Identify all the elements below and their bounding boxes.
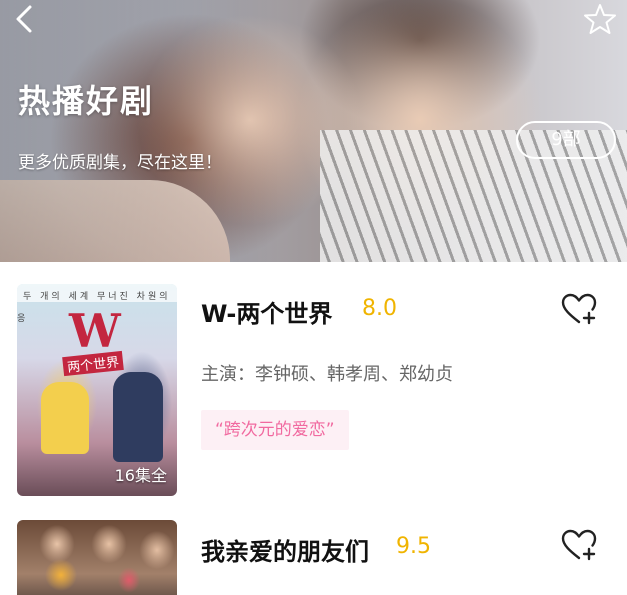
drama-score: 9.5 (396, 534, 431, 559)
star-outline-icon[interactable] (583, 2, 617, 36)
header-banner: 热播好剧 更多优质剧集，尽在这里！ 9部 (0, 0, 627, 262)
poster-logo: W (69, 304, 121, 358)
drama-poster[interactable] (17, 520, 177, 595)
heart-plus-icon[interactable] (560, 528, 598, 562)
drama-poster[interactable]: 두 개의 세계 무너진 차원의 응 W 两个世界 16集全 (17, 284, 177, 496)
page-title: 热播好剧 (18, 82, 155, 120)
chevron-left-icon[interactable] (10, 4, 40, 34)
poster-figure (41, 382, 89, 454)
drama-tag: “跨次元的爱恋” (201, 410, 349, 450)
drama-title[interactable]: W-两个世界 (201, 294, 332, 329)
drama-title[interactable]: 我亲爱的朋友们 (201, 532, 369, 567)
drama-count-badge[interactable]: 9部 (516, 121, 616, 159)
heart-plus-icon[interactable] (560, 292, 598, 326)
poster-figure (113, 372, 163, 462)
episode-count: 16集全 (114, 466, 167, 485)
drama-score: 8.0 (362, 296, 397, 321)
drama-cast: 主演：李钟硕、韩孝周、郑幼贞 (201, 364, 453, 385)
page-subtitle: 更多优质剧集，尽在这里！ (18, 153, 222, 173)
poster-tagline: 두 개의 세계 무너진 차원의 응 (17, 284, 177, 324)
